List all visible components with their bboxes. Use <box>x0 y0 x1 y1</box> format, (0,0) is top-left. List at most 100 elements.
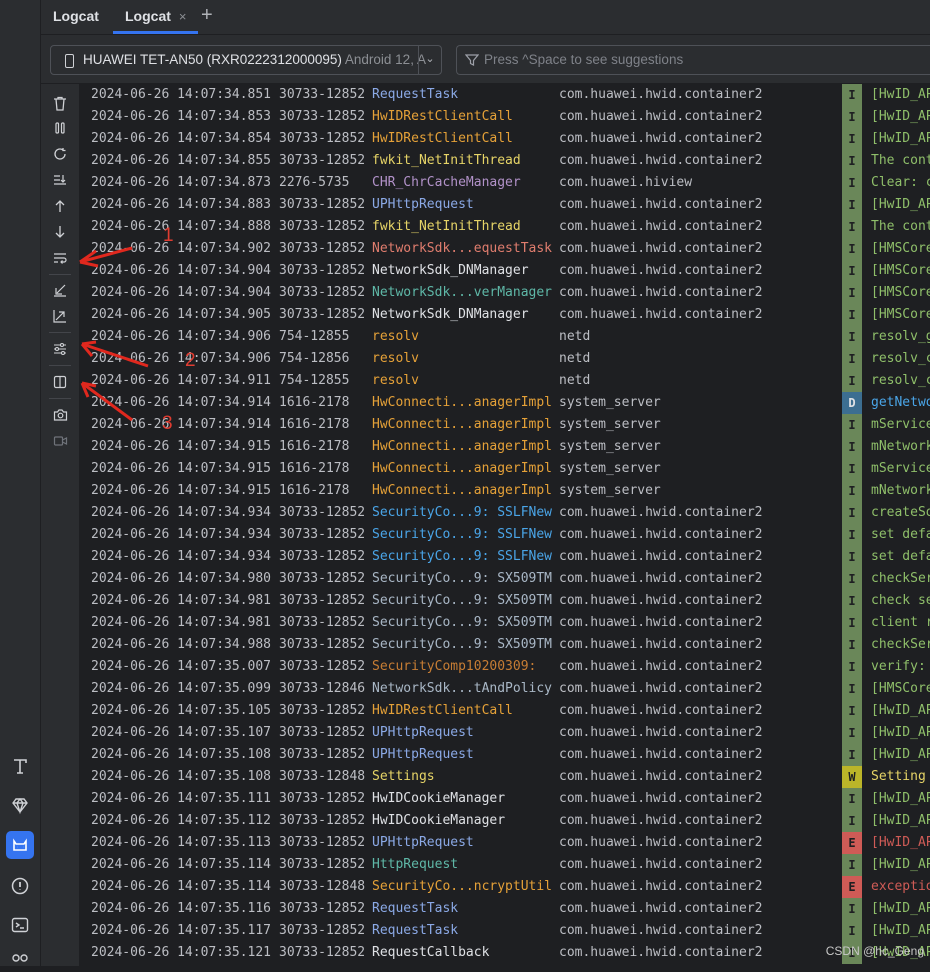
log-level-badge: I <box>842 480 862 502</box>
trash-icon[interactable] <box>51 94 69 112</box>
services-icon[interactable] <box>8 948 32 972</box>
log-row[interactable]: 2024-06-26 14:07:34.906 754-12855 resolv ne… <box>80 326 930 348</box>
device-name: HUAWEI TET-AN50 (RXR0222312000095) <box>83 52 342 67</box>
log-row[interactable]: 2024-06-26 14:07:34.980 30733-12852 Securi… <box>80 568 930 590</box>
log-row[interactable]: 2024-06-26 14:07:34.988 30733-12852 Securi… <box>80 634 930 656</box>
log-timestamp: 2024-06-26 14:07:34.915 <box>91 461 272 476</box>
log-row[interactable]: 2024-06-26 14:07:35.111 30733-12852 HwIDCo… <box>80 788 930 810</box>
log-row[interactable]: 2024-06-26 14:07:34.904 30733-12852 Networ… <box>80 260 930 282</box>
log-row[interactable]: 2024-06-26 14:07:34.873 2276-5735 CHR_ChrC… <box>80 172 930 194</box>
log-tag: NetworkSdk...tAndPolicy <box>372 681 553 696</box>
log-tag: SecurityComp10200309: <box>372 659 537 674</box>
screen-record-icon[interactable] <box>51 432 69 450</box>
down-arrow-icon[interactable] <box>51 223 69 241</box>
log-row[interactable]: 2024-06-26 14:07:34.904 30733-12852 Networ… <box>80 282 930 304</box>
text-tool-icon[interactable] <box>8 754 32 778</box>
log-timestamp: 2024-06-26 14:07:35.112 <box>91 813 272 828</box>
log-tag: resolv <box>372 329 419 344</box>
log-row[interactable]: 2024-06-26 14:07:34.911 754-12855 resolv ne… <box>80 370 930 392</box>
log-row[interactable]: 2024-06-26 14:07:34.915 1616-2178 HwConnec… <box>80 436 930 458</box>
log-row[interactable]: 2024-06-26 14:07:34.854 30733-12852 HwIDRe… <box>80 128 930 150</box>
log-package: netd <box>559 373 591 388</box>
log-row[interactable]: 2024-06-26 14:07:34.851 30733-12852 Reques… <box>80 84 930 106</box>
add-tab-button[interactable]: + <box>201 4 213 27</box>
expand-icon[interactable] <box>51 307 69 325</box>
log-tag: UPHttpRequest <box>372 197 474 212</box>
log-row[interactable]: 2024-06-26 14:07:34.934 30733-12852 Securi… <box>80 546 930 568</box>
log-row[interactable]: 2024-06-26 14:07:35.108 30733-12848 Settin… <box>80 766 930 788</box>
log-row[interactable]: 2024-06-26 14:07:35.117 30733-12852 Reques… <box>80 920 930 942</box>
log-row[interactable]: 2024-06-26 14:07:35.121 30733-12852 Reques… <box>80 942 930 964</box>
log-level-badge: I <box>842 150 862 172</box>
pause-icon[interactable] <box>51 119 69 137</box>
log-row[interactable]: 2024-06-26 14:07:35.116 30733-12852 Reques… <box>80 898 930 920</box>
log-row[interactable]: 2024-06-26 14:07:35.112 30733-12852 HwIDCo… <box>80 810 930 832</box>
log-timestamp: 2024-06-26 14:07:34.853 <box>91 109 272 124</box>
log-row[interactable]: 2024-06-26 14:07:35.105 30733-12852 HwIDRe… <box>80 700 930 722</box>
up-arrow-icon[interactable] <box>51 197 69 215</box>
log-row[interactable]: 2024-06-26 14:07:34.914 1616-2178 HwConnec… <box>80 392 930 414</box>
log-package: com.huawei.hwid.container2 <box>559 109 763 124</box>
log-row[interactable]: 2024-06-26 14:07:34.905 30733-12852 Networ… <box>80 304 930 326</box>
log-level-badge: I <box>842 282 862 304</box>
log-message: [HMSCore <box>871 285 930 300</box>
chevron-down-icon[interactable]: ⌄ <box>418 46 441 74</box>
log-row[interactable]: 2024-06-26 14:07:34.934 30733-12852 Securi… <box>80 524 930 546</box>
tab-close-icon[interactable]: × <box>179 9 187 24</box>
log-level-badge: I <box>842 700 862 722</box>
log-timestamp: 2024-06-26 14:07:34.854 <box>91 131 272 146</box>
log-row[interactable]: 2024-06-26 14:07:35.114 30733-12848 Securi… <box>80 876 930 898</box>
log-package: netd <box>559 351 591 366</box>
log-pid: 30733-12852 <box>279 131 366 146</box>
tab-logcat-2[interactable]: Logcat × <box>113 0 199 34</box>
restart-icon[interactable] <box>51 145 69 163</box>
split-panels-icon[interactable] <box>51 373 69 391</box>
log-row[interactable]: 2024-06-26 14:07:34.883 30733-12852 UPHttp… <box>80 194 930 216</box>
log-row[interactable]: 2024-06-26 14:07:35.113 30733-12852 UPHttp… <box>80 832 930 854</box>
log-row[interactable]: 2024-06-26 14:07:34.855 30733-12852 fwkit_… <box>80 150 930 172</box>
log-row[interactable]: 2024-06-26 14:07:34.914 1616-2178 HwConnec… <box>80 414 930 436</box>
screenshot-icon[interactable] <box>51 406 69 424</box>
soft-wrap-icon[interactable] <box>51 249 69 267</box>
log-row[interactable]: 2024-06-26 14:07:34.902 30733-12852 Networ… <box>80 238 930 260</box>
log-message: [HwID_AP <box>871 703 930 718</box>
log-timestamp: 2024-06-26 14:07:34.934 <box>91 549 272 564</box>
logcat-cat-icon[interactable] <box>6 831 34 859</box>
log-row[interactable]: 2024-06-26 14:07:35.099 30733-12846 Networ… <box>80 678 930 700</box>
log-row[interactable]: 2024-06-26 14:07:34.981 30733-12852 Securi… <box>80 612 930 634</box>
log-row[interactable]: 2024-06-26 14:07:35.007 30733-12852 Securi… <box>80 656 930 678</box>
log-message: [HMSCore <box>871 241 930 256</box>
log-row[interactable]: 2024-06-26 14:07:35.108 30733-12852 UPHttp… <box>80 744 930 766</box>
log-level-badge: I <box>842 502 862 524</box>
log-timestamp: 2024-06-26 14:07:35.113 <box>91 835 272 850</box>
log-row[interactable]: 2024-06-26 14:07:35.114 30733-12852 HttpRe… <box>80 854 930 876</box>
log-timestamp: 2024-06-26 14:07:34.914 <box>91 395 272 410</box>
log-row[interactable]: 2024-06-26 14:07:35.107 30733-12852 UPHttp… <box>80 722 930 744</box>
scroll-to-end-icon[interactable] <box>51 171 69 189</box>
log-tag: SecurityCo...9: SX509TM <box>372 615 553 630</box>
log-row[interactable]: 2024-06-26 14:07:34.934 30733-12852 Securi… <box>80 502 930 524</box>
log-pid: 30733-12852 <box>279 923 366 938</box>
device-selector[interactable]: HUAWEI TET-AN50 (RXR0222312000095) Andro… <box>50 45 442 75</box>
logcat-output[interactable]: 2024-06-26 14:07:34.851 30733-12852 Reques… <box>80 84 930 966</box>
log-timestamp: 2024-06-26 14:07:35.121 <box>91 945 272 960</box>
log-level-badge: I <box>842 854 862 876</box>
filter-settings-icon[interactable] <box>51 340 69 358</box>
log-row[interactable]: 2024-06-26 14:07:34.981 30733-12852 Securi… <box>80 590 930 612</box>
problems-icon[interactable] <box>8 874 32 898</box>
log-row[interactable]: 2024-06-26 14:07:34.906 754-12856 resolv ne… <box>80 348 930 370</box>
log-row[interactable]: 2024-06-26 14:07:34.915 1616-2178 HwConnec… <box>80 458 930 480</box>
filter-input[interactable]: Press ^Space to see suggestions <box>456 45 930 75</box>
log-row[interactable]: 2024-06-26 14:07:34.888 30733-12852 fwkit_… <box>80 216 930 238</box>
terminal-icon[interactable] <box>8 913 32 937</box>
log-tag: RequestCallback <box>372 945 490 960</box>
gem-icon[interactable] <box>8 793 32 817</box>
log-row[interactable]: 2024-06-26 14:07:34.915 1616-2178 HwConnec… <box>80 480 930 502</box>
tab-logcat-1[interactable]: Logcat <box>53 0 99 34</box>
log-tag: HwConnecti...anagerImpl <box>372 417 553 432</box>
log-timestamp: 2024-06-26 14:07:34.855 <box>91 153 272 168</box>
collapse-icon[interactable] <box>51 281 69 299</box>
log-tag: HwIDRestClientCall <box>372 703 513 718</box>
log-pid: 30733-12852 <box>279 901 366 916</box>
log-row[interactable]: 2024-06-26 14:07:34.853 30733-12852 HwIDRe… <box>80 106 930 128</box>
